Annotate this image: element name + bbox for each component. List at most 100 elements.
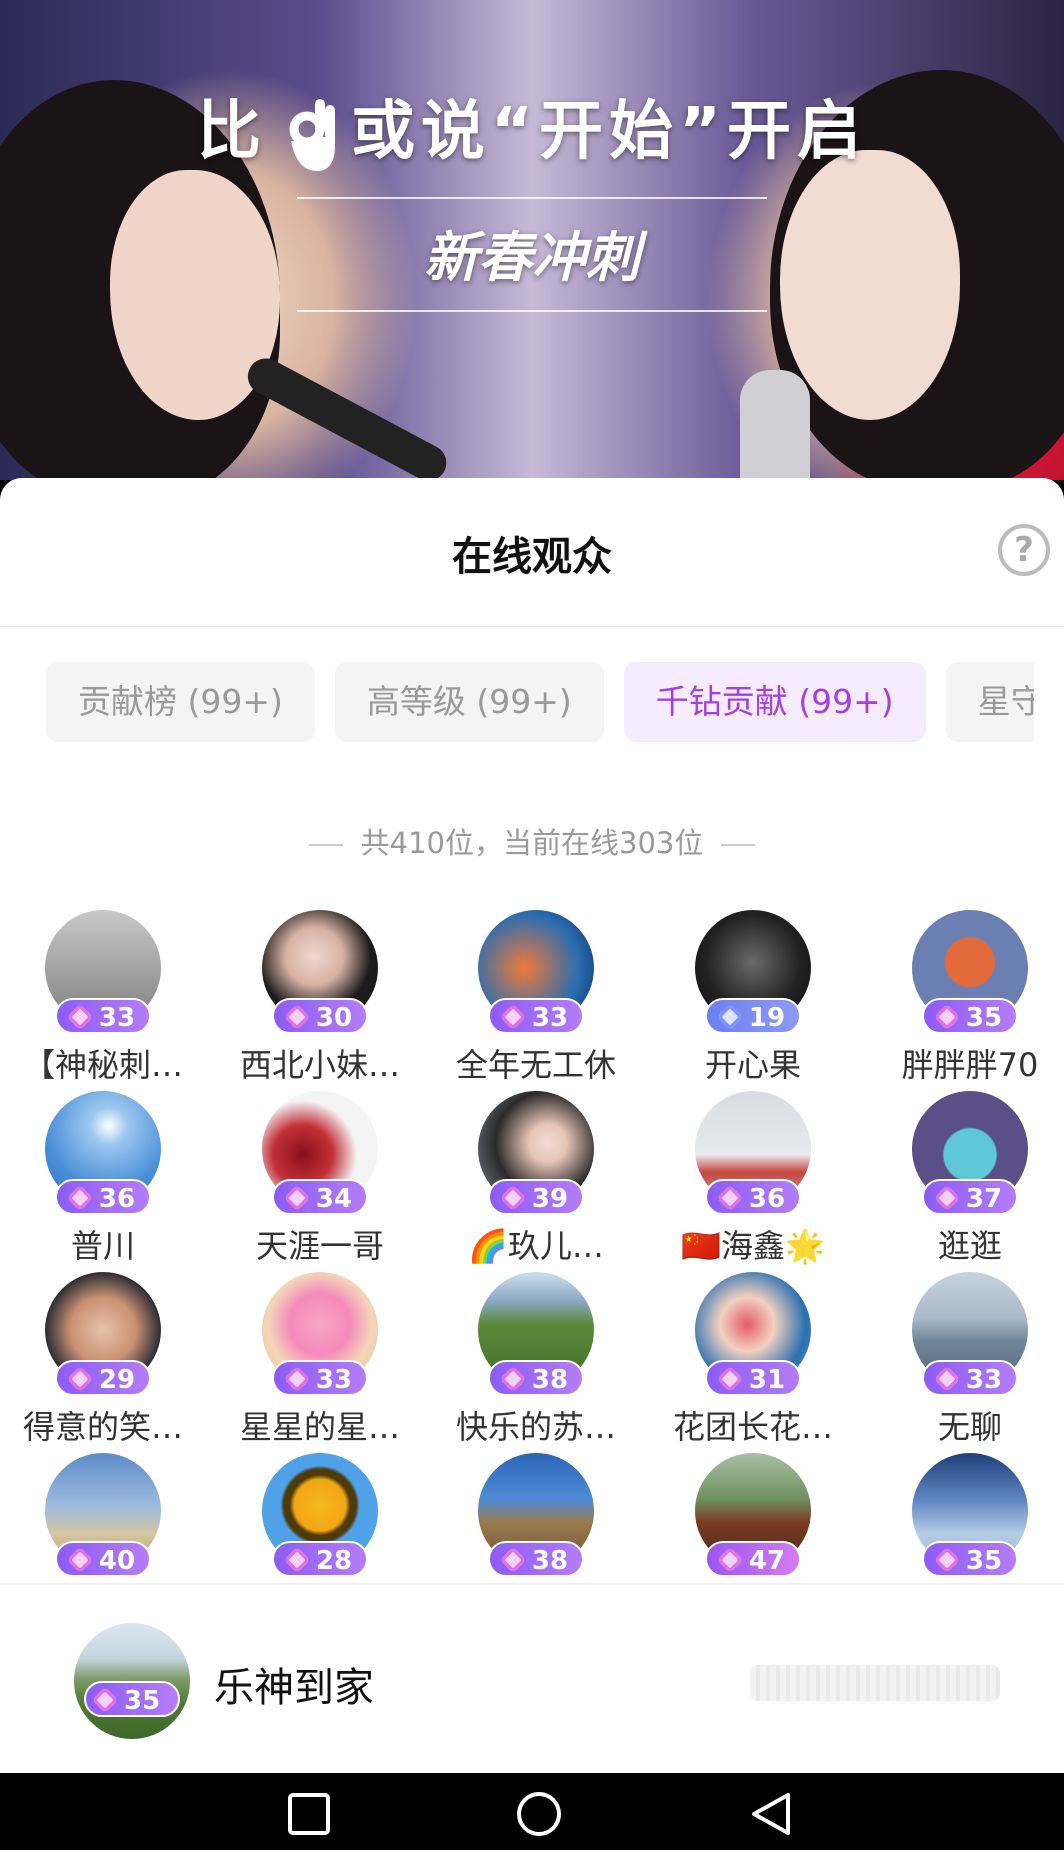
level-badge: 19 [705,998,801,1034]
diamond-icon [283,1003,311,1030]
viewer-item[interactable]: 33 【神秘刺… [0,910,211,1086]
tab-high-level[interactable]: 高等级 (99+) [334,662,604,742]
level-value: 19 [748,1003,786,1033]
level-badge: 33 [488,998,584,1034]
self-user-row[interactable]: 35 乐神到家 [0,1585,1064,1773]
viewer-item[interactable]: 35 [862,1453,1064,1577]
tab-thousand-diamond[interactable]: 千钻贡献 (99+) [623,662,926,742]
circle-icon[interactable] [516,1791,562,1837]
level-value: 40 [98,1546,136,1576]
viewer-item[interactable]: 19 开心果 [645,910,861,1086]
banner-divider-top [297,197,767,200]
viewer-name: 快乐的苏… [455,1408,616,1446]
sheet-title: 在线观众 [452,534,612,580]
level-value: 33 [98,1003,136,1033]
tab-contribution[interactable]: 贡献榜 (99+) [46,662,315,742]
level-badge: 35 [922,998,1018,1034]
level-badge: 30 [272,998,368,1034]
help-icon[interactable]: ? [998,524,1050,576]
diamond-icon [499,1546,527,1573]
level-badge: 31 [705,1360,801,1396]
back-triangle-icon[interactable] [748,1791,794,1837]
diamond-icon [66,1546,94,1573]
level-value: 33 [531,1003,569,1033]
diamond-icon [499,1003,527,1030]
summary-dash-left [308,844,343,846]
diamond-icon [716,1003,744,1030]
level-badge: 28 [272,1541,368,1577]
viewer-name: 逛逛 [937,1227,1002,1265]
diamond-icon [283,1365,311,1392]
banner-line-1: 比 或说“开始”开启 [0,80,1064,175]
summary-dash-right [721,844,756,846]
level-value: 31 [748,1365,786,1395]
square-icon[interactable] [286,1791,332,1837]
diamond-icon [66,1184,94,1211]
level-value: 28 [315,1546,353,1576]
level-badge: 35 [84,1681,180,1717]
viewer-name: 🇨🇳海鑫🌟 [681,1227,825,1265]
level-value: 47 [748,1546,786,1576]
viewer-name: 星星的星… [239,1408,400,1446]
diamond-icon [933,1184,961,1211]
diamond-icon [933,1003,961,1030]
level-value: 35 [965,1003,1003,1033]
gesture-banner: 比 或说“开始”开启 新春冲刺 [0,80,1064,313]
level-value: 35 [124,1686,161,1716]
self-user-name: 乐神到家 [214,1665,374,1711]
viewer-item[interactable]: 38 [428,1453,644,1577]
diamond-icon [283,1546,311,1573]
viewer-item[interactable]: 30 西北小妹… [212,910,428,1086]
viewer-item[interactable]: 36 🇨🇳海鑫🌟 [645,1091,861,1267]
banner-divider-bottom [297,310,767,313]
viewer-item[interactable]: 31 花团长花… [645,1272,861,1448]
level-value: 34 [315,1184,353,1214]
diamond-icon [499,1365,527,1392]
diamond-icon [716,1365,744,1392]
viewer-item[interactable]: 33 无聊 [862,1272,1064,1448]
live-stream-video: 比 或说“开始”开启 新春冲刺 [0,0,1064,480]
viewer-item[interactable]: 34 天涯一哥 [212,1091,428,1267]
online-audience-sheet: 在线观众 ? 贡献榜 (99+)高等级 (99+)千钻贡献 (99+)星守护 (… [0,478,1064,1773]
level-value: 36 [748,1184,786,1214]
level-badge: 37 [922,1179,1018,1215]
viewer-item[interactable]: 33 全年无工休 [428,910,644,1086]
level-value: 33 [965,1365,1003,1395]
level-badge: 33 [55,998,151,1034]
viewer-name: 全年无工休 [455,1046,616,1084]
summary-text: 共410位，当前在线303位 [360,826,704,860]
banner-line-2: 新春冲刺 [424,226,640,290]
diamond-icon [66,1365,94,1392]
viewer-name: 得意的笑… [22,1408,183,1446]
viewer-name: 西北小妹… [239,1046,400,1084]
level-badge: 38 [488,1360,584,1396]
level-badge: 38 [488,1541,584,1577]
viewer-item[interactable]: 40 [0,1453,211,1577]
level-badge: 34 [272,1179,368,1215]
viewer-item[interactable]: 36 普川 [0,1091,211,1267]
banner-text-post: 或说“开始”开启 [350,95,868,169]
level-value: 37 [965,1184,1003,1214]
viewer-item[interactable]: 29 得意的笑… [0,1272,211,1448]
viewer-item[interactable]: 47 [645,1453,861,1577]
diamond-icon [283,1184,311,1211]
level-badge: 36 [705,1179,801,1215]
level-value: 35 [965,1546,1003,1576]
viewer-item[interactable]: 39 🌈玖儿… [428,1091,644,1267]
banner-text-pre: 比 [196,95,267,169]
diamond-icon [499,1184,527,1211]
ok-hand-icon [289,99,335,172]
level-badge: 33 [922,1360,1018,1396]
viewer-name: 🌈玖儿… [468,1227,604,1265]
system-nav-bar [0,1773,1064,1850]
viewer-name: 花团长花… [672,1408,833,1446]
viewer-item[interactable]: 35 胖胖胖70 [862,910,1064,1086]
tab-star-guard[interactable]: 星守护 (9 [945,662,1034,742]
level-value: 30 [315,1003,353,1033]
sheet-header: 在线观众 ? [0,478,1064,627]
viewer-item[interactable]: 28 [212,1453,428,1577]
viewer-item[interactable]: 37 逛逛 [862,1091,1064,1267]
viewer-name: 开心果 [704,1046,801,1084]
viewer-item[interactable]: 33 星星的星… [212,1272,428,1448]
viewer-item[interactable]: 38 快乐的苏… [428,1272,644,1448]
